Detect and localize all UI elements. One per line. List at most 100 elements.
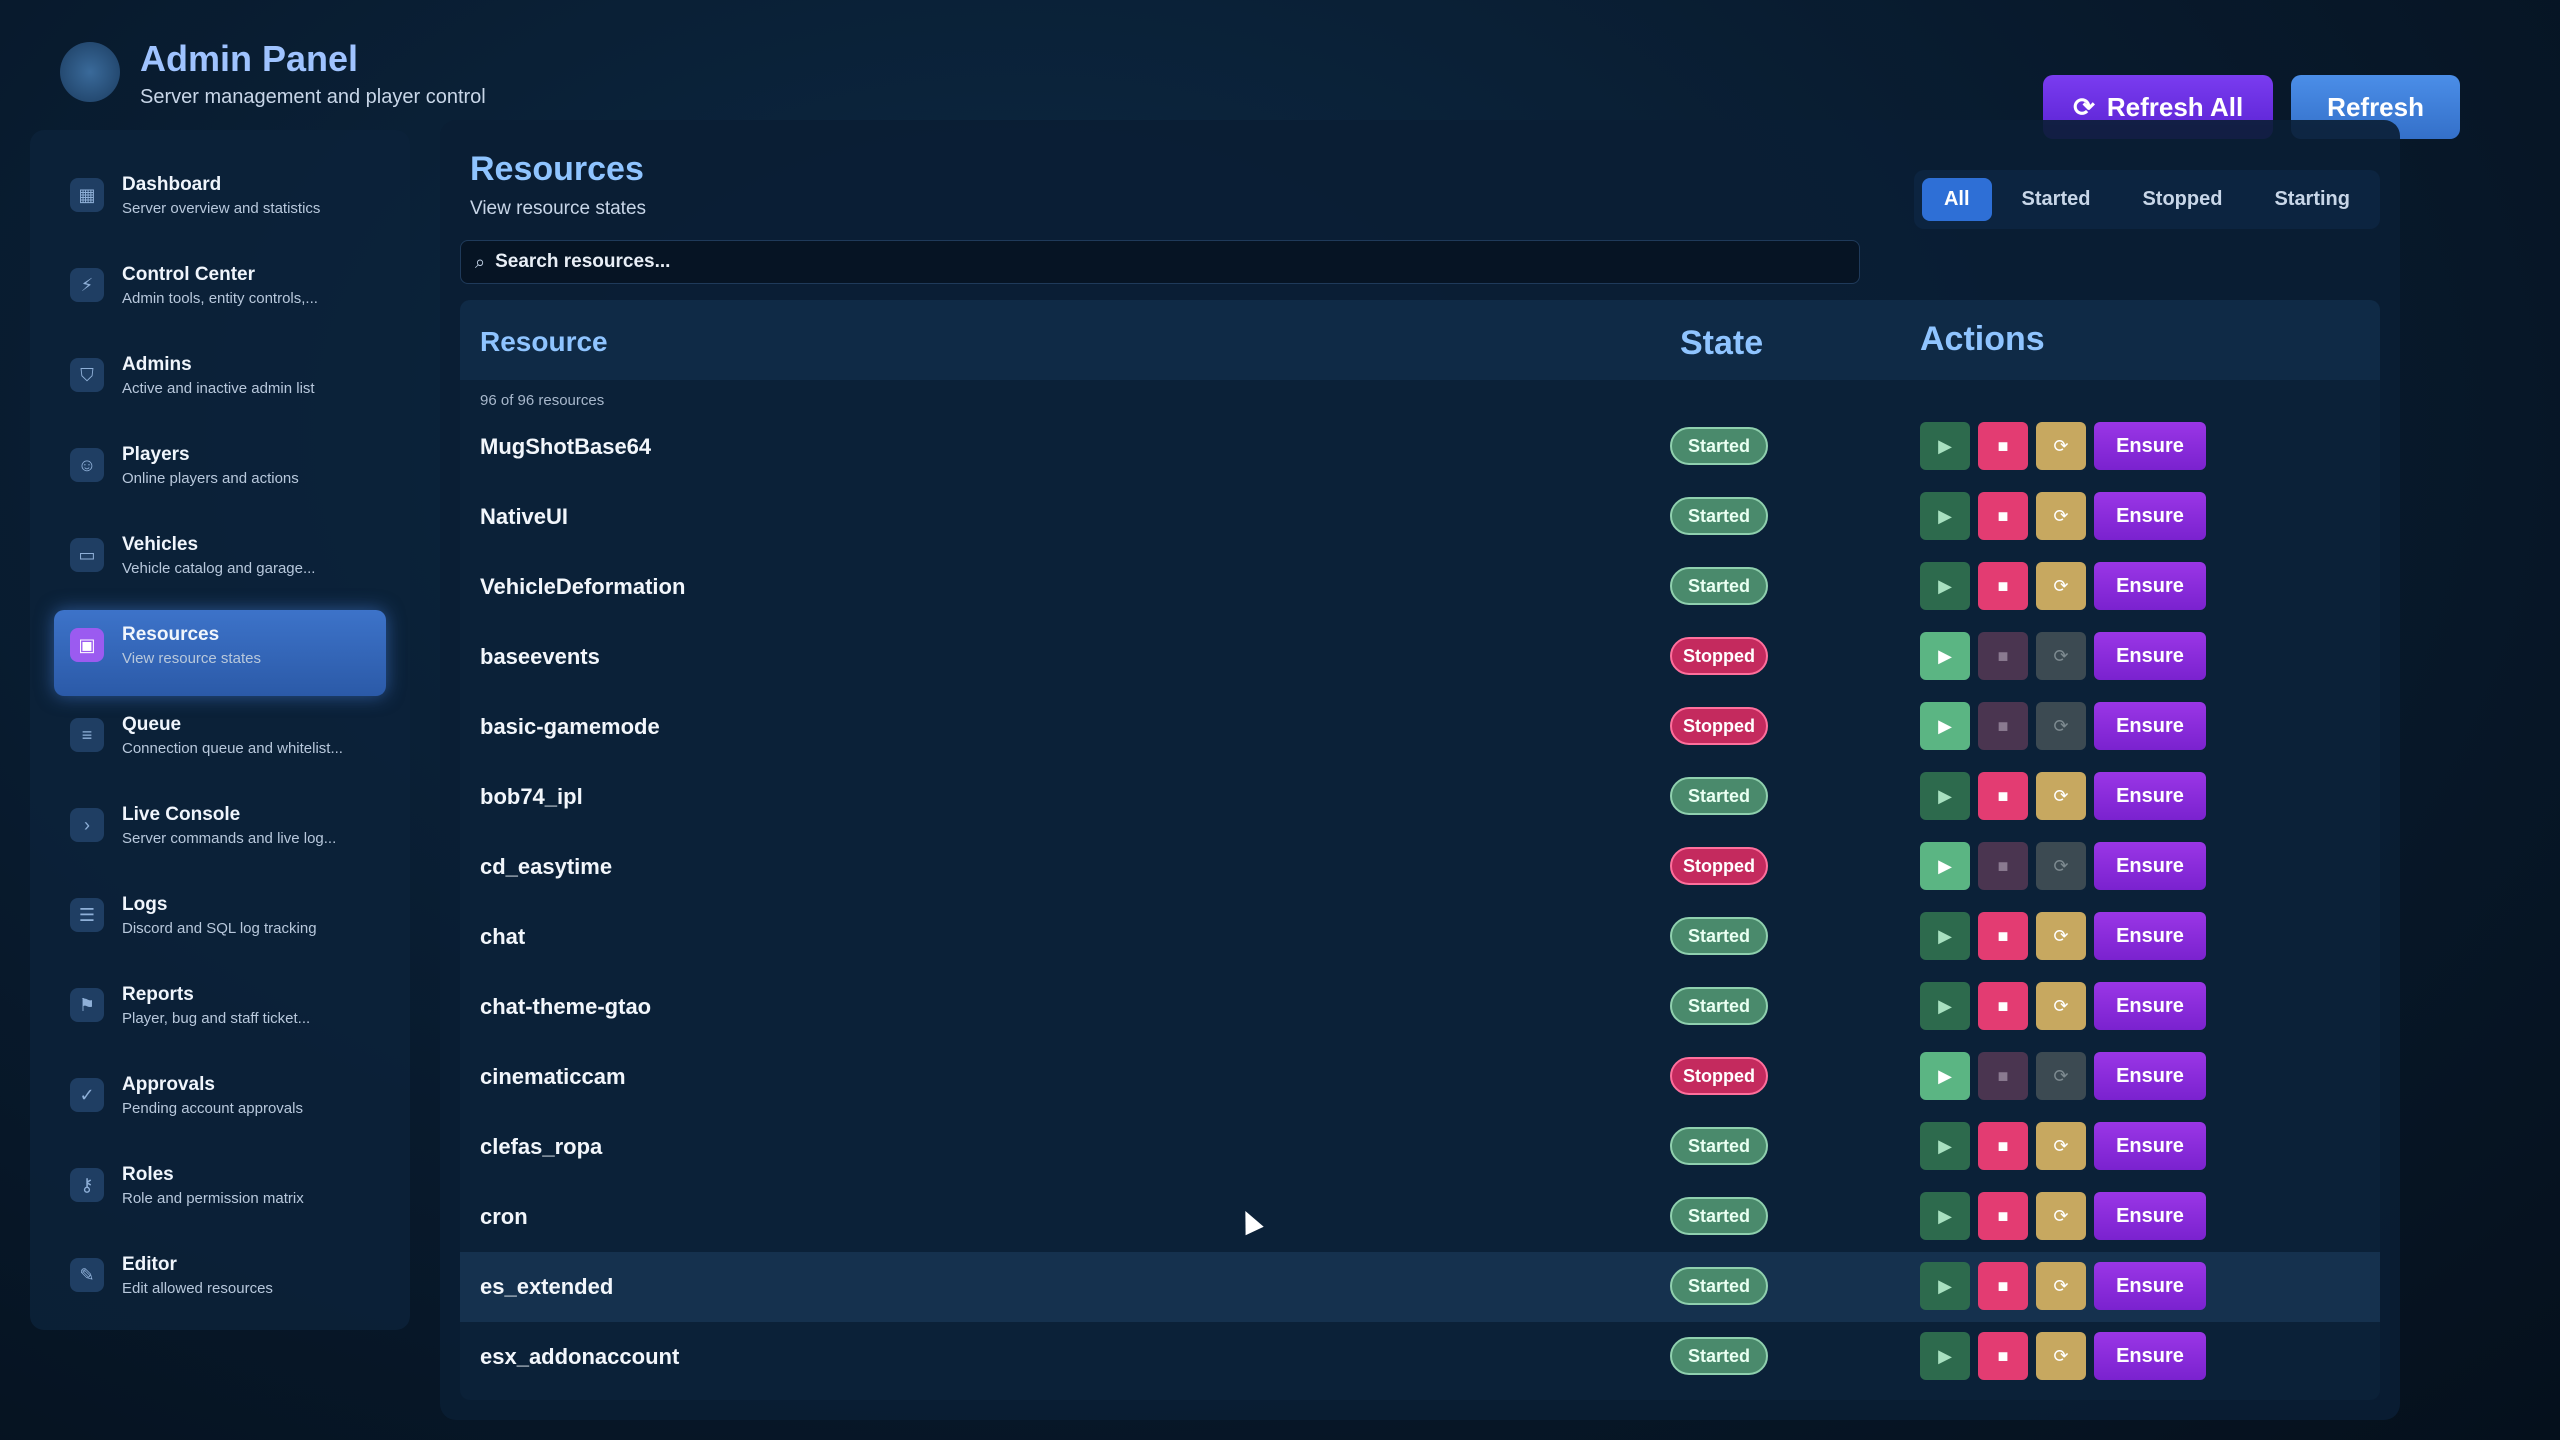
filter-tab-all[interactable]: All xyxy=(1921,178,1992,221)
sidebar-item-live-console[interactable]: › Live Console Server commands and live lo… xyxy=(54,790,386,876)
start-button[interactable]: ▶ xyxy=(1920,632,1970,680)
start-button[interactable]: ▶ xyxy=(1920,982,1970,1030)
ensure-button[interactable]: Ensure xyxy=(2094,562,2206,610)
row-actions: ▶ ■ ⟳ Ensure xyxy=(1920,912,2206,960)
restart-button[interactable]: ⟳ xyxy=(2036,842,2086,890)
ensure-button[interactable]: Ensure xyxy=(2094,702,2206,750)
stop-button[interactable]: ■ xyxy=(1978,1052,2028,1100)
restart-button[interactable]: ⟳ xyxy=(2036,1122,2086,1170)
start-button[interactable]: ▶ xyxy=(1920,562,1970,610)
filter-tab-starting[interactable]: Starting xyxy=(2252,178,2372,221)
start-button[interactable]: ▶ xyxy=(1920,1332,1970,1380)
sidebar-item-label: Admins xyxy=(122,354,192,375)
restart-button[interactable]: ⟳ xyxy=(2036,562,2086,610)
sidebar-item-label: Live Console xyxy=(122,804,241,825)
stop-button[interactable]: ■ xyxy=(1978,1122,2028,1170)
restart-button[interactable]: ⟳ xyxy=(2036,982,2086,1030)
stop-icon: ■ xyxy=(1997,1205,2009,1226)
stop-button[interactable]: ■ xyxy=(1978,702,2028,750)
ensure-button[interactable]: Ensure xyxy=(2094,1052,2206,1100)
stop-icon: ■ xyxy=(1997,925,2009,946)
search-input[interactable] xyxy=(495,251,1845,273)
refresh-icon: ⟳ xyxy=(2073,91,2095,122)
ensure-button[interactable]: Ensure xyxy=(2094,1332,2206,1380)
ensure-button[interactable]: Ensure xyxy=(2094,632,2206,680)
start-button[interactable]: ▶ xyxy=(1920,1262,1970,1310)
sidebar-item-players[interactable]: ☺ Players Online players and actions xyxy=(54,430,386,516)
ensure-button[interactable]: Ensure xyxy=(2094,1122,2206,1170)
ensure-button[interactable]: Ensure xyxy=(2094,912,2206,960)
ensure-button[interactable]: Ensure xyxy=(2094,492,2206,540)
page-subtitle: View resource states xyxy=(470,198,647,219)
stop-button[interactable]: ■ xyxy=(1978,1192,2028,1240)
start-button[interactable]: ▶ xyxy=(1920,492,1970,540)
stop-button[interactable]: ■ xyxy=(1978,422,2028,470)
restart-button[interactable]: ⟳ xyxy=(2036,772,2086,820)
restart-button[interactable]: ⟳ xyxy=(2036,912,2086,960)
sidebar-item-control-center[interactable]: ⚡ Control Center Admin tools, entity contr… xyxy=(54,250,386,336)
sidebar-item-vehicles[interactable]: ▭ Vehicles Vehicle catalog and garage... xyxy=(54,520,386,606)
search-box[interactable]: ⌕ xyxy=(460,240,1860,284)
table-header: Resource State Actions xyxy=(460,300,2380,380)
stop-button[interactable]: ■ xyxy=(1978,982,2028,1030)
stop-button[interactable]: ■ xyxy=(1978,562,2028,610)
start-button[interactable]: ▶ xyxy=(1920,912,1970,960)
start-button[interactable]: ▶ xyxy=(1920,1192,1970,1240)
restart-button[interactable]: ⟳ xyxy=(2036,632,2086,680)
table-row: esx_addonaccount Started ▶ ■ ⟳ Ensure xyxy=(460,1322,2380,1392)
sidebar-item-queue[interactable]: ≡ Queue Connection queue and whitelist... xyxy=(54,700,386,786)
sidebar-item-roles[interactable]: ⚷ Roles Role and permission matrix xyxy=(54,1150,386,1236)
filter-tab-started[interactable]: Started xyxy=(2000,178,2113,221)
status-badge: Started xyxy=(1670,427,1768,465)
stop-button[interactable]: ■ xyxy=(1978,1332,2028,1380)
restart-icon: ⟳ xyxy=(2053,575,2069,596)
resource-name: baseevents xyxy=(480,644,600,669)
resource-name: bob74_ipl xyxy=(480,784,583,809)
restart-button[interactable]: ⟳ xyxy=(2036,1052,2086,1100)
restart-button[interactable]: ⟳ xyxy=(2036,492,2086,540)
ensure-button[interactable]: Ensure xyxy=(2094,772,2206,820)
start-button[interactable]: ▶ xyxy=(1920,772,1970,820)
sidebar-item-admins[interactable]: ⛉ Admins Active and inactive admin list xyxy=(54,340,386,426)
stop-button[interactable]: ■ xyxy=(1978,492,2028,540)
resource-name: basic-gamemode xyxy=(480,714,660,739)
sidebar-item-editor[interactable]: ✎ Editor Edit allowed resources xyxy=(54,1240,386,1326)
table-body: MugShotBase64 Started ▶ ■ ⟳ Ensure NativeUI Sta… xyxy=(460,412,2380,1400)
restart-button[interactable]: ⟳ xyxy=(2036,422,2086,470)
sidebar-item-label: Vehicles xyxy=(122,534,199,555)
restart-button[interactable]: ⟳ xyxy=(2036,1192,2086,1240)
sidebar-item-approvals[interactable]: ✓ Approvals Pending account approvals xyxy=(54,1060,386,1146)
stop-icon: ■ xyxy=(1997,1135,2009,1156)
sidebar-item-description: Vehicle catalog and garage... xyxy=(122,560,316,577)
sidebar-item-logs[interactable]: ☰ Logs Discord and SQL log tracking xyxy=(54,880,386,966)
status-badge: Started xyxy=(1670,1337,1768,1375)
ensure-button[interactable]: Ensure xyxy=(2094,982,2206,1030)
sidebar-item-description: Online players and actions xyxy=(122,470,299,487)
restart-button[interactable]: ⟳ xyxy=(2036,702,2086,750)
ensure-button[interactable]: Ensure xyxy=(2094,1262,2206,1310)
start-button[interactable]: ▶ xyxy=(1920,842,1970,890)
stop-button[interactable]: ■ xyxy=(1978,632,2028,680)
stop-icon: ■ xyxy=(1997,855,2009,876)
stop-button[interactable]: ■ xyxy=(1978,772,2028,820)
status-badge: Stopped xyxy=(1670,847,1768,885)
start-button[interactable]: ▶ xyxy=(1920,422,1970,470)
start-button[interactable]: ▶ xyxy=(1920,702,1970,750)
filter-tab-stopped[interactable]: Stopped xyxy=(2120,178,2244,221)
sidebar-item-dashboard[interactable]: ▦ Dashboard Server overview and statistics xyxy=(54,160,386,246)
table-row: chat-theme-gtao Started ▶ ■ ⟳ Ensure xyxy=(460,972,2380,1042)
stop-button[interactable]: ■ xyxy=(1978,842,2028,890)
restart-button[interactable]: ⟳ xyxy=(2036,1262,2086,1310)
column-header-resource: Resource xyxy=(480,326,608,357)
start-button[interactable]: ▶ xyxy=(1920,1122,1970,1170)
sidebar-item-resources[interactable]: ▣ Resources View resource states xyxy=(54,610,386,696)
ensure-button[interactable]: Ensure xyxy=(2094,422,2206,470)
ensure-button[interactable]: Ensure xyxy=(2094,1192,2206,1240)
ensure-button[interactable]: Ensure xyxy=(2094,842,2206,890)
car-icon: ▭ xyxy=(70,538,104,572)
stop-button[interactable]: ■ xyxy=(1978,912,2028,960)
start-button[interactable]: ▶ xyxy=(1920,1052,1970,1100)
restart-button[interactable]: ⟳ xyxy=(2036,1332,2086,1380)
sidebar-item-reports[interactable]: ⚑ Reports Player, bug and staff ticket... xyxy=(54,970,386,1056)
stop-button[interactable]: ■ xyxy=(1978,1262,2028,1310)
